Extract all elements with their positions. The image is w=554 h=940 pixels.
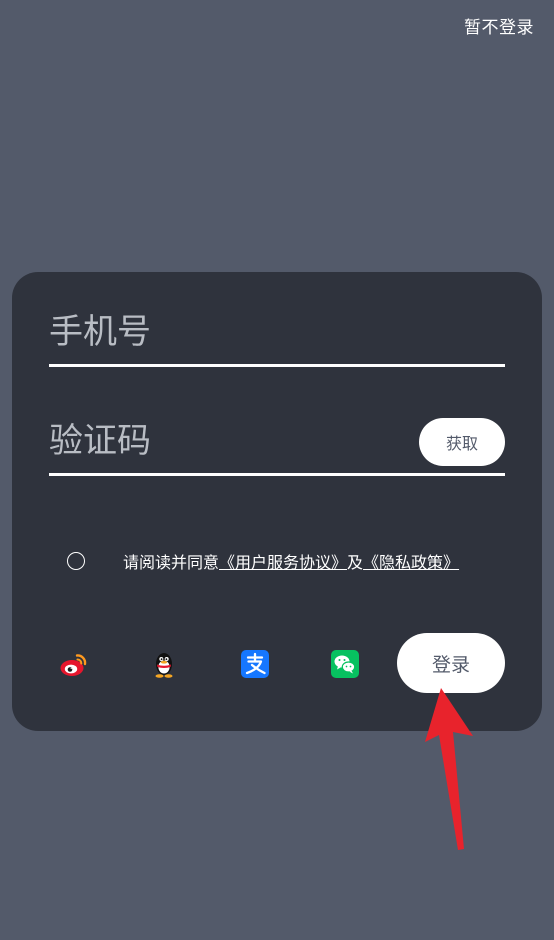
privacy-link[interactable]: 《隐私政策》 [363, 553, 459, 572]
get-code-button[interactable]: 获取 [419, 418, 505, 466]
alipay-login-button[interactable] [240, 649, 270, 679]
agreement-conjunction: 及 [347, 553, 364, 572]
verification-code-field: 获取 [49, 416, 505, 476]
alipay-icon [241, 650, 269, 678]
weibo-icon [60, 654, 87, 676]
terms-link[interactable]: 《用户服务协议》 [219, 553, 347, 572]
verification-code-input[interactable] [49, 417, 389, 465]
agreement-prefix: 请阅读并同意 [123, 553, 220, 572]
phone-field [49, 307, 505, 367]
login-screen: 暂不登录 获取 请阅读并同意《用户服务协议》及《隐私政策》 [0, 0, 554, 940]
qq-icon [155, 653, 173, 678]
skip-login-button[interactable]: 暂不登录 [464, 13, 534, 38]
weibo-login-button[interactable] [59, 649, 89, 679]
login-button[interactable]: 登录 [397, 633, 505, 693]
phone-input[interactable] [49, 308, 389, 356]
agree-radio[interactable] [67, 552, 85, 570]
wechat-login-button[interactable] [330, 649, 360, 679]
login-card: 获取 请阅读并同意《用户服务协议》及《隐私政策》 [12, 272, 542, 731]
social-login-row [59, 649, 379, 679]
qq-login-button[interactable] [149, 649, 179, 679]
wechat-icon [331, 650, 359, 678]
agreement-row: 请阅读并同意《用户服务协议》及《隐私政策》 [67, 549, 459, 573]
agreement-text: 请阅读并同意《用户服务协议》及《隐私政策》 [123, 549, 459, 573]
